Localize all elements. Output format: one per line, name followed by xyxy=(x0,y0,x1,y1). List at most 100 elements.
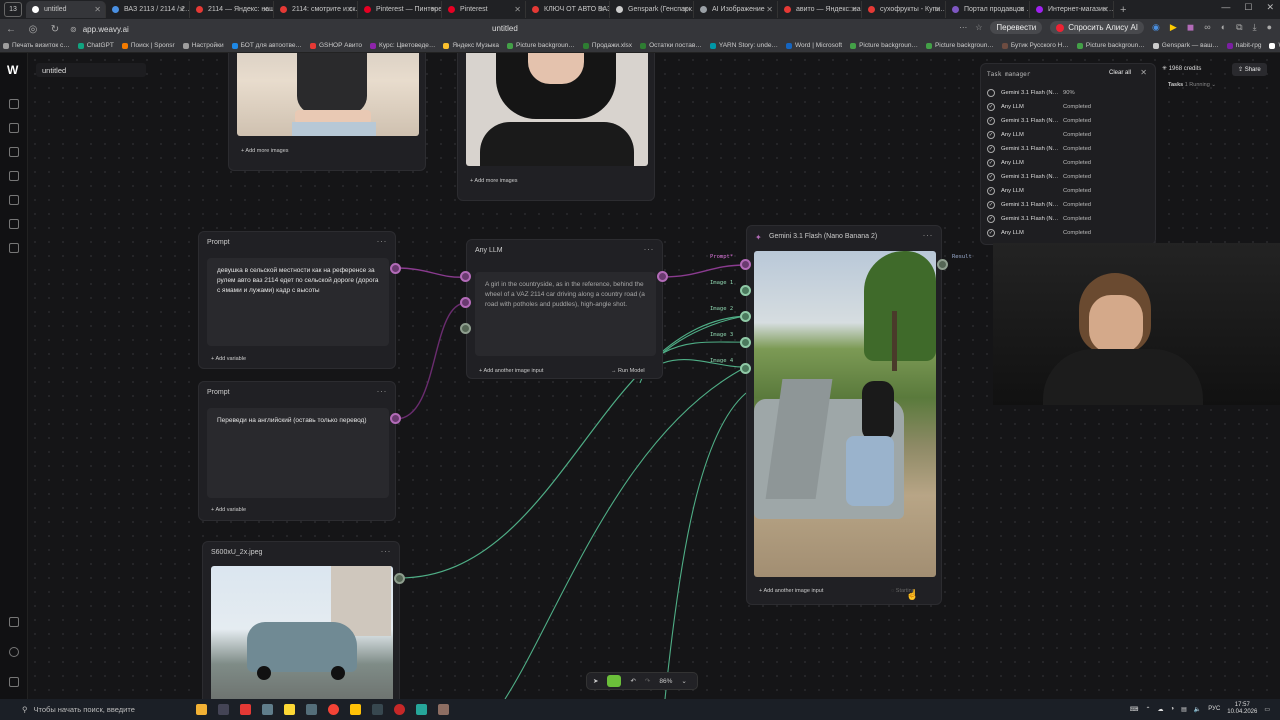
close-tab-icon[interactable]: ✕ xyxy=(850,5,857,14)
bookmark-item[interactable]: БОТ для автоотве… xyxy=(229,42,307,49)
browser-tab[interactable]: Портал продавцов … ✕ xyxy=(946,1,1030,18)
prompt2-output-port[interactable] xyxy=(390,413,401,424)
bookmark-item[interactable]: GSHOP Авито xyxy=(307,42,367,49)
node-menu-icon[interactable]: ··· xyxy=(377,386,388,396)
close-tab-icon[interactable]: ✕ xyxy=(94,5,101,14)
photos-icon[interactable] xyxy=(438,704,449,715)
discord-icon[interactable] xyxy=(9,677,19,687)
back-icon[interactable]: ← xyxy=(0,24,22,35)
opera-icon[interactable] xyxy=(394,704,405,715)
download-icon[interactable]: ⤓ xyxy=(1253,22,1257,33)
new-tab-icon[interactable]: + xyxy=(1120,4,1126,16)
task-row[interactable]: ✓ Gemini 3.1 Flash (N… Completed xyxy=(987,170,1147,184)
reload-icon[interactable]: ↻ xyxy=(44,24,66,35)
link-icon[interactable]: ∞ xyxy=(1204,22,1210,33)
close-tab-icon[interactable]: ✕ xyxy=(1102,5,1109,14)
menu-circle-icon[interactable]: ◎ xyxy=(22,24,44,35)
image-node-top-middle[interactable]: + Add more images xyxy=(457,53,655,201)
llm-image-input-port[interactable] xyxy=(460,323,471,334)
node-menu-icon[interactable]: ··· xyxy=(923,230,934,240)
task-row[interactable]: ✓ Any LLM Completed xyxy=(987,128,1147,142)
prompt-textarea[interactable]: Переведи на английский (оставь только пе… xyxy=(207,408,389,498)
task-view-icon[interactable] xyxy=(218,704,229,715)
close-tab-icon[interactable]: ✕ xyxy=(682,5,689,14)
add-more-images-link[interactable]: + Add more images xyxy=(241,148,289,154)
image-file-node[interactable]: S600xU_2x.jpeg ··· xyxy=(202,541,400,699)
cloud-icon[interactable]: ☁ xyxy=(1158,706,1164,713)
site-info-icon[interactable]: ⊚ xyxy=(70,25,77,34)
gemini-image2-port[interactable] xyxy=(740,311,751,322)
bookmark-item[interactable]: Picture backgroun… xyxy=(923,42,999,49)
undo-icon[interactable]: ↶ xyxy=(630,677,635,685)
close-tab-icon[interactable]: ✕ xyxy=(934,5,941,14)
play-icon[interactable]: ▶ xyxy=(1170,22,1177,33)
node-menu-icon[interactable]: ··· xyxy=(644,244,655,254)
bookmark-item[interactable]: Бутик Русского Н… xyxy=(999,42,1074,49)
ask-alice-button[interactable]: Спросить Алису AI xyxy=(1050,21,1145,34)
close-window-icon[interactable]: ✕ xyxy=(1266,2,1274,13)
redo-icon[interactable]: ↷ xyxy=(645,677,650,685)
browser-tab[interactable]: Pinterest ✕ xyxy=(442,1,526,18)
profile-icon[interactable]: ● xyxy=(1267,22,1272,33)
extension-icon[interactable]: ◼ xyxy=(1187,22,1194,33)
tasks-indicator[interactable]: Tasks 1 Running ⌄ xyxy=(1168,82,1216,88)
search-icon[interactable] xyxy=(9,99,19,109)
browser-tab[interactable]: ВАЗ 2113 / 2114 / 2… ✕ xyxy=(106,1,190,18)
help-icon[interactable] xyxy=(9,647,19,657)
pan-tool-icon[interactable] xyxy=(607,675,622,687)
close-tab-icon[interactable]: ✕ xyxy=(346,5,353,14)
clear-all-button[interactable]: Clear all xyxy=(1109,70,1131,76)
close-tab-icon[interactable]: ✕ xyxy=(514,5,521,14)
browser-tab[interactable]: AI Изображение ✕ xyxy=(694,1,778,18)
browser-tab[interactable]: КЛЮЧ ОТ АВТО ВАЗ ✕ xyxy=(526,1,610,18)
weavy-canvas[interactable]: W untitled + Add more images + Add more … xyxy=(0,53,1280,699)
any-llm-node[interactable]: Any LLM ··· A girl in the countryside, a… xyxy=(466,239,663,379)
bookmark-item[interactable]: Genspark — ваш… xyxy=(1150,42,1224,49)
llm-system-input-port[interactable] xyxy=(460,297,471,308)
weavy-logo-icon[interactable]: W xyxy=(7,63,18,77)
run-model-button[interactable]: → Run Model xyxy=(611,368,645,374)
app-icon[interactable] xyxy=(284,704,295,715)
share-button[interactable]: ⇪ Share xyxy=(1232,63,1267,76)
media-icon[interactable]: ◐ xyxy=(1221,22,1226,33)
taskbar-search[interactable]: ⚲ Чтобы начать поиск, введите xyxy=(22,702,158,717)
bookmark-item[interactable]: Печать визиток с… xyxy=(0,42,75,49)
prompt1-output-port[interactable] xyxy=(390,263,401,274)
more-icon[interactable]: ⋯ xyxy=(959,23,967,32)
task-row[interactable]: ✓ Gemini 3.1 Flash (N… Completed xyxy=(987,142,1147,156)
gemini-prompt-port[interactable] xyxy=(740,259,751,270)
yandex-browser-icon[interactable] xyxy=(328,704,339,715)
app-icon[interactable] xyxy=(306,704,317,715)
select-tool-icon[interactable]: ➤ xyxy=(593,677,598,685)
docs-icon[interactable] xyxy=(9,617,19,627)
translate-button[interactable]: Перевести xyxy=(990,21,1043,34)
gemini-result-port[interactable] xyxy=(937,259,948,270)
video-tools-icon[interactable] xyxy=(9,195,19,205)
prompt-textarea[interactable]: девушка в сельской местности как на рефе… xyxy=(207,258,389,346)
close-tab-icon[interactable]: ✕ xyxy=(430,5,437,14)
app-icon[interactable] xyxy=(372,704,383,715)
bookmark-item[interactable]: Wan… xyxy=(1266,42,1280,49)
generated-image[interactable] xyxy=(754,251,936,577)
browser-tab[interactable]: Pinterest — Пинтерест ✕ xyxy=(358,1,442,18)
gemini-node[interactable]: ✦ Gemini 3.1 Flash (Nano Banana 2) ··· +… xyxy=(746,225,942,605)
models-icon[interactable] xyxy=(9,219,19,229)
keyboard-icon[interactable]: ⌨ xyxy=(1130,706,1139,713)
add-more-images-link[interactable]: + Add more images xyxy=(470,178,518,184)
add-image-input-link[interactable]: + Add another image input xyxy=(479,368,543,374)
bookmark-item[interactable]: YARN Story: unde… xyxy=(707,42,783,49)
bookmark-icon[interactable]: ☆ xyxy=(975,23,982,32)
prompt-node-1[interactable]: Prompt ··· девушка в сельской местности … xyxy=(198,231,396,369)
add-variable-link[interactable]: + Add variable xyxy=(211,356,246,362)
app-icon[interactable] xyxy=(262,704,273,715)
app-icon[interactable] xyxy=(416,704,427,715)
browser-tab[interactable]: 2114: смотрите и ск… ✕ xyxy=(274,1,358,18)
close-tab-icon[interactable]: ✕ xyxy=(178,5,185,14)
file-explorer-icon[interactable] xyxy=(350,704,361,715)
browser-tab[interactable]: авито — Яндекс: на… ✕ xyxy=(778,1,862,18)
bookmark-item[interactable]: Курс: Цветоведе… xyxy=(367,42,440,49)
extension-icon[interactable]: ◉ xyxy=(1152,22,1160,33)
bookmark-item[interactable]: Picture backgroun… xyxy=(1074,42,1150,49)
language-indicator[interactable]: РУС xyxy=(1208,706,1220,712)
gemini-image1-port[interactable] xyxy=(740,285,751,296)
